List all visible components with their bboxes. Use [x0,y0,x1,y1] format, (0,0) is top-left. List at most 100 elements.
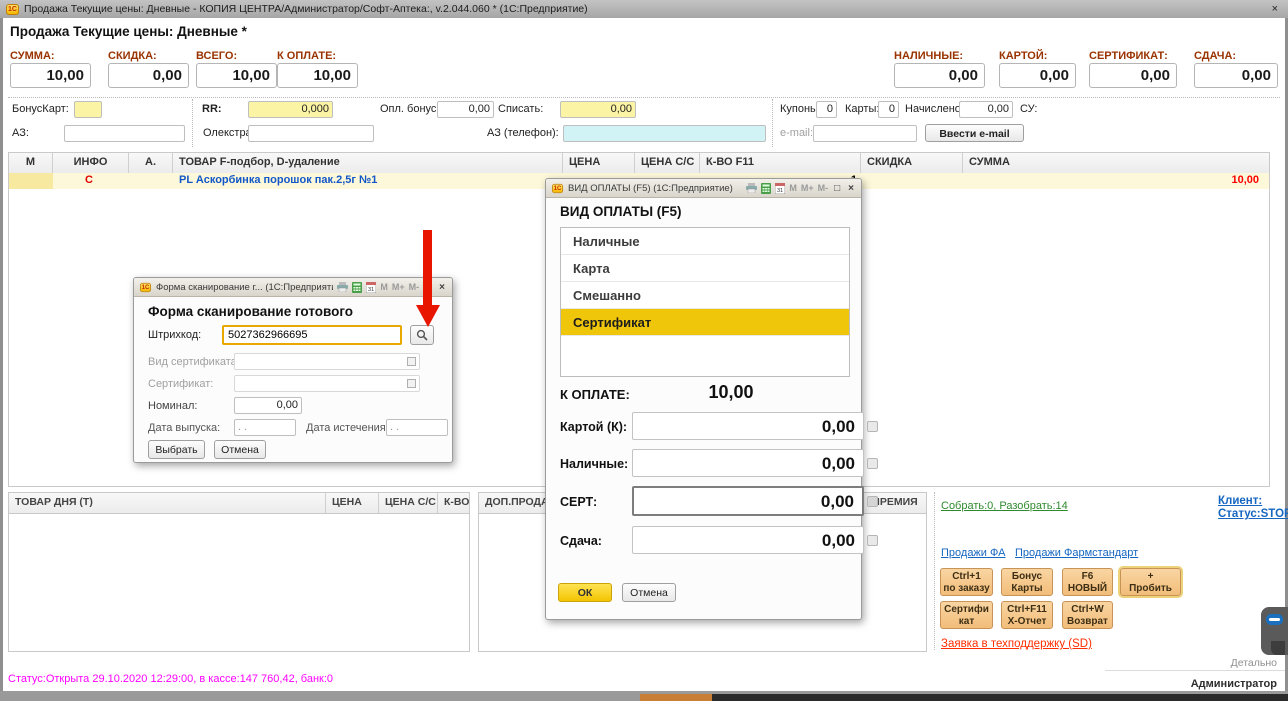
col-price-cc: ЦЕНА С/С [635,153,700,173]
day-col-price-cc: ЦЕНА С/С [379,493,438,513]
print-icon[interactable] [746,183,757,193]
payment-ok-button[interactable]: ОК [558,583,612,602]
certificate-button[interactable]: Сертифи кат [940,601,993,629]
bonus-cards-line2: Карты [1002,583,1052,595]
payment-dialog-title: ВИД ОПЛАТЫ (F5) (1С:Предприятие) [568,183,742,194]
1c-logo-icon: 1С [140,282,151,291]
pay-cert-field[interactable]: 0,00 [632,486,864,516]
separator [934,492,935,650]
x-report-line2: X-Отчет [1002,616,1052,628]
return-button[interactable]: Ctrl+W Возврат [1062,601,1113,629]
bonus-card-label: БонусКарт: [12,103,69,115]
bonus-cards-button[interactable]: Бонус Карты [1001,568,1053,596]
enter-email-button[interactable]: Ввести e-mail [925,124,1024,142]
paid-bonus-field[interactable]: 0,00 [437,101,494,118]
barcode-search-button[interactable] [410,325,434,345]
cert-type-field[interactable] [234,353,420,370]
taskbar-segment [0,694,640,701]
window-close-icon[interactable]: × [1268,3,1282,15]
new-button[interactable]: F6 НОВЫЙ [1062,568,1113,596]
close-icon[interactable]: × [846,183,856,194]
pay-change-spinner-icon[interactable] [867,535,878,546]
payment-cancel-button[interactable]: Отмена [622,583,676,602]
total-value: 10,00 [196,63,277,88]
detail-label[interactable]: Детально [1200,657,1277,669]
order-button-line2: по заказу [941,583,992,595]
row-info-cell: С [53,173,129,189]
row-product-cell: PL Аскорбинка порошок пак.2,5г №1 [173,173,563,189]
rr-label: RR: [202,103,222,115]
payment-option-cash[interactable]: Наличные [561,228,849,255]
select-button[interactable]: Выбрать [148,440,205,459]
pay-change-field[interactable]: 0,00 [632,526,864,554]
calculator-icon[interactable] [352,282,362,293]
cards-field[interactable]: 0 [878,101,899,118]
paid-bonus-label: Опл. бонус: [380,103,439,115]
current-user-label: Администратор [1150,678,1277,690]
separator [772,99,773,147]
memory-minus-button[interactable]: М- [409,282,420,292]
accrued-field[interactable]: 0,00 [959,101,1013,118]
memory-button[interactable]: М [380,282,388,292]
teamviewer-icon [1266,614,1283,625]
nominal-field[interactable]: 0,00 [234,397,302,414]
expire-date-field[interactable]: . . [386,419,448,436]
email-field[interactable] [813,125,917,142]
calculator-icon[interactable] [761,183,771,194]
pay-cert-spinner-icon[interactable] [867,496,878,507]
x-report-line1: Ctrl+F11 [1002,604,1052,616]
client-status-link[interactable]: Статус:STOP [1218,508,1288,520]
application-window: 1С Продажа Текущие цены: Дневные - КОПИЯ… [0,0,1288,701]
scan-cancel-button[interactable]: Отмена [214,440,266,459]
pay-card-spinner-icon[interactable] [867,421,878,432]
cards-label: Карты: [845,103,879,115]
teamviewer-handle[interactable] [1261,607,1288,655]
write-off-field[interactable]: 0,00 [560,101,636,118]
x-report-button[interactable]: Ctrl+F11 X-Отчет [1001,601,1053,629]
coupons-field[interactable]: 0 [816,101,837,118]
pay-cash-field[interactable]: 0,00 [632,449,864,477]
payment-option-card[interactable]: Карта [561,255,849,282]
maximize-icon[interactable]: □ [832,183,842,194]
support-request-link[interactable]: Заявка в техподдержку (SD) [941,638,1092,650]
bonus-cards-line1: Бонус [1002,571,1052,583]
client-link[interactable]: Клиент: [1218,495,1262,507]
close-icon[interactable]: × [437,282,447,293]
window-border-left [0,18,3,694]
cert-field[interactable] [234,375,420,392]
payment-dialog-heading: ВИД ОПЛАТЫ (F5) [560,204,682,219]
bonus-card-field[interactable] [74,101,102,118]
sum-value: 10,00 [10,63,91,88]
az-phone-field[interactable] [563,125,766,142]
az-field[interactable] [64,125,185,142]
order-button[interactable]: Ctrl+1 по заказу [940,568,993,596]
pay-cash-spinner-icon[interactable] [867,458,878,469]
memory-plus-button[interactable]: М+ [801,183,814,193]
sales-pharmstandard-link[interactable]: Продажи Фармстандарт [1015,547,1138,559]
window-titlebar: 1С Продажа Текущие цены: Дневные - КОПИЯ… [0,0,1288,18]
calendar-icon[interactable]: 31 [775,183,785,194]
memory-minus-button[interactable]: М- [818,183,829,193]
window-title: Продажа Текущие цены: Дневные - КОПИЯ ЦЕ… [24,3,1263,15]
memory-plus-button[interactable]: М+ [392,282,405,292]
pay-change-label: Сдача: [560,534,602,548]
rr-field[interactable]: 0,000 [248,101,333,118]
barcode-input[interactable]: 5027362966695 [222,325,402,345]
payment-option-certificate[interactable]: Сертификат [561,309,849,336]
cert-label: Сертификат: [148,378,213,390]
calendar-icon[interactable]: 31 [366,282,376,293]
day-product-table[interactable]: ТОВАР ДНЯ (Т) ЦЕНА ЦЕНА С/С К-ВО [8,492,470,652]
issue-date-field[interactable]: . . [234,419,296,436]
olekstra-label: Олекстра: [203,127,255,139]
olekstra-field[interactable] [248,125,374,142]
assemble-link[interactable]: Собрать:0, Разобрать:14 [941,500,1068,512]
sales-fa-link[interactable]: Продажи ФА [941,547,1005,559]
payment-option-mixed[interactable]: Смешанно [561,282,849,309]
choose-icon[interactable] [407,379,416,388]
memory-button[interactable]: М [789,183,797,193]
punch-button[interactable]: + Пробить [1120,568,1181,596]
change-label: СДАЧА: [1194,50,1236,62]
choose-icon[interactable] [407,357,416,366]
pay-card-field[interactable]: 0,00 [632,412,864,440]
print-icon[interactable] [337,282,348,292]
